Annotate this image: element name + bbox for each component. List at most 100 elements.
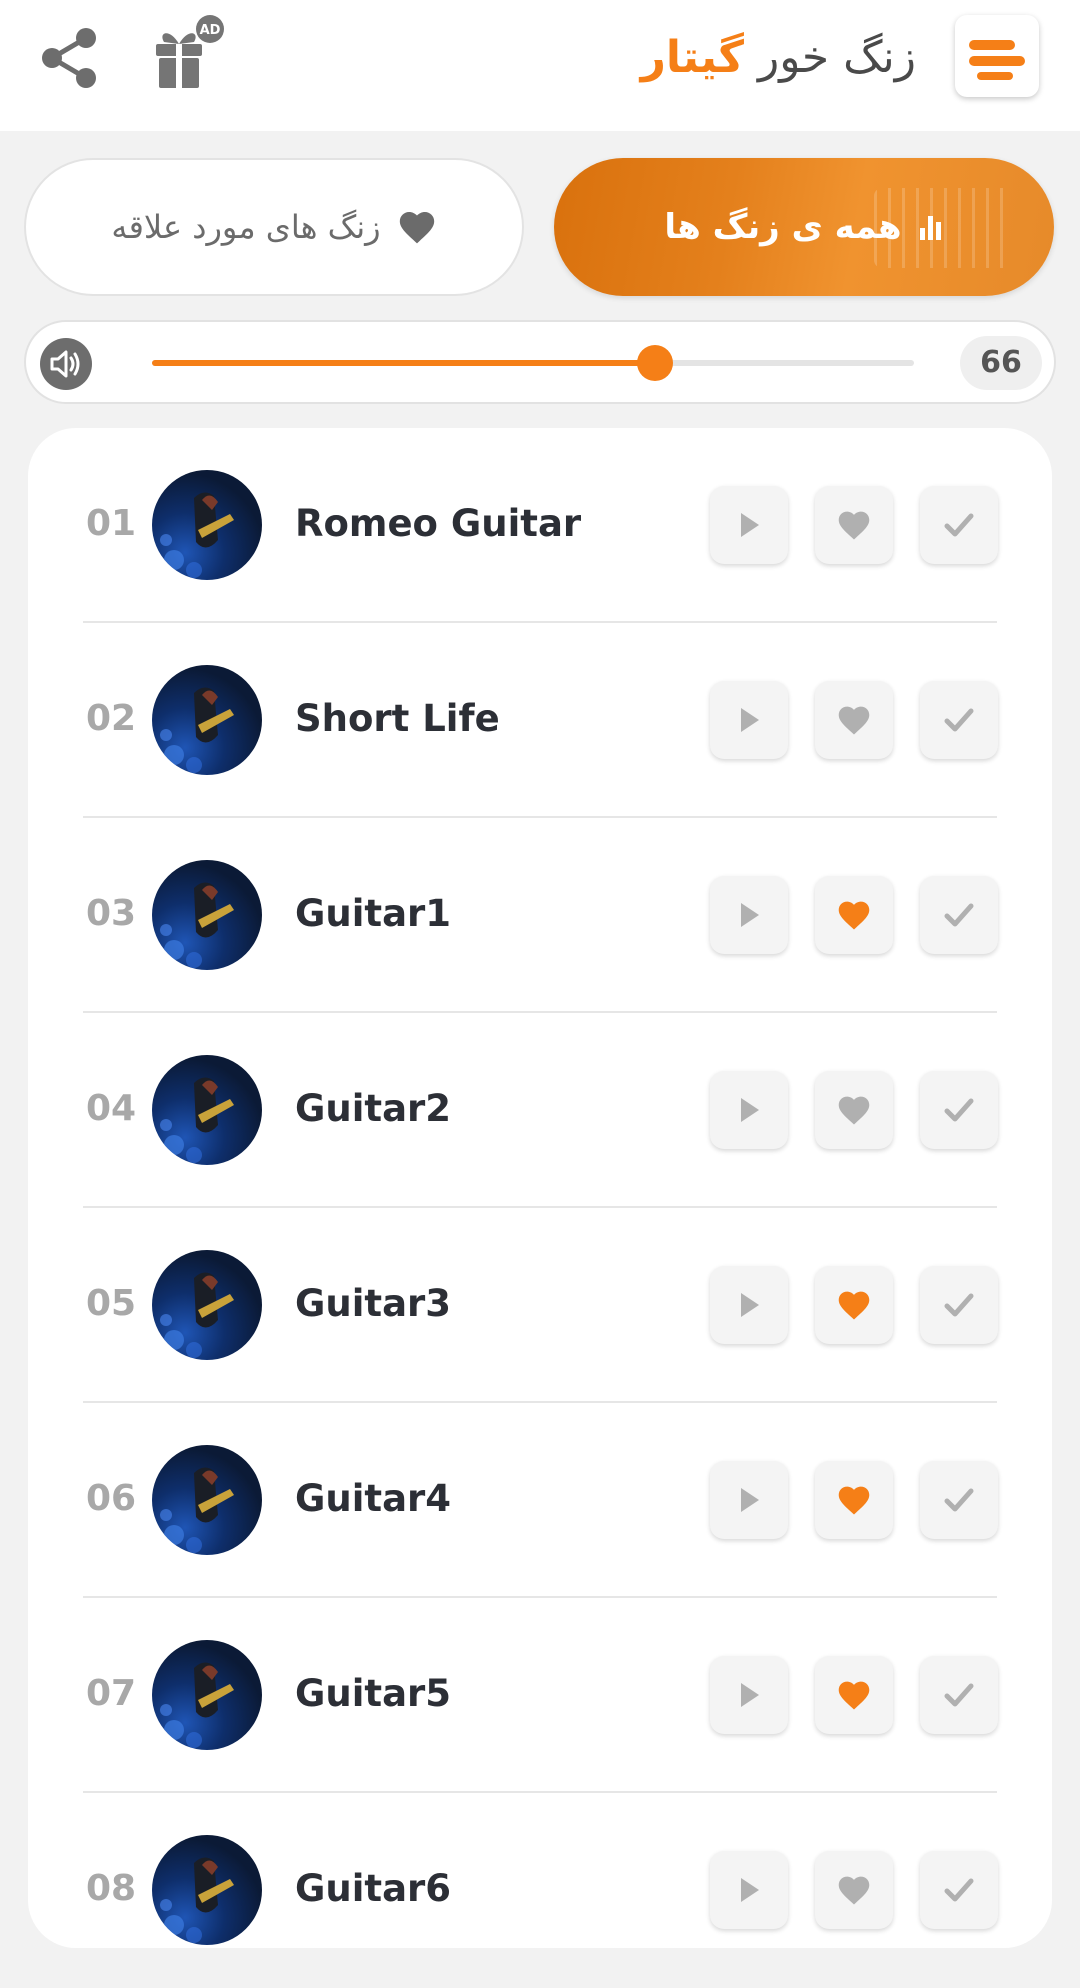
menu-button[interactable] bbox=[955, 15, 1039, 97]
play-icon bbox=[741, 1488, 759, 1512]
play-button[interactable] bbox=[710, 486, 788, 564]
set-ringtone-button[interactable] bbox=[920, 1851, 998, 1929]
favorite-button[interactable] bbox=[815, 876, 893, 954]
favorite-button[interactable] bbox=[815, 1851, 893, 1929]
play-button[interactable] bbox=[710, 1266, 788, 1344]
app-title-accent: گیتار bbox=[640, 32, 744, 83]
app-title: زنگ خور گیتار bbox=[641, 28, 916, 88]
tab-all-ringtones[interactable]: همه ی زنگ ها bbox=[554, 158, 1054, 296]
track-title: Romeo Guitar bbox=[295, 502, 582, 545]
volume-slider-thumb[interactable] bbox=[636, 345, 673, 381]
heart-icon bbox=[838, 1486, 870, 1515]
favorite-button[interactable] bbox=[815, 1071, 893, 1149]
track-number: 06 bbox=[86, 1478, 137, 1519]
track-title: Guitar3 bbox=[295, 1282, 452, 1325]
speaker-icon bbox=[50, 350, 80, 378]
play-icon bbox=[741, 1683, 759, 1707]
heart-icon bbox=[838, 901, 870, 930]
equalizer-icon bbox=[919, 216, 941, 240]
tab-all-label: همه ی زنگ ها bbox=[664, 207, 902, 247]
track-number: 03 bbox=[86, 893, 137, 934]
list-item[interactable]: 02 Short Life bbox=[28, 623, 1052, 818]
set-ringtone-button[interactable] bbox=[920, 1071, 998, 1149]
track-title: Guitar1 bbox=[295, 892, 452, 935]
heart-icon bbox=[838, 1291, 870, 1320]
track-number: 08 bbox=[86, 1868, 137, 1909]
list-item[interactable]: 04 Guitar2 bbox=[28, 1013, 1052, 1208]
track-title: Guitar4 bbox=[295, 1477, 452, 1520]
heart-icon bbox=[838, 1681, 870, 1710]
list-item[interactable]: 01 Romeo Guitar bbox=[28, 428, 1052, 623]
play-button[interactable] bbox=[710, 1851, 788, 1929]
list-item[interactable]: 07 Guitar5 bbox=[28, 1598, 1052, 1793]
menu-icon bbox=[969, 40, 1025, 80]
tab-favorites[interactable]: زنگ های مورد علاقه bbox=[24, 158, 524, 296]
favorite-button[interactable] bbox=[815, 681, 893, 759]
track-cover-image bbox=[152, 860, 262, 970]
track-cover-image bbox=[152, 1055, 262, 1165]
heart-icon bbox=[838, 511, 870, 540]
set-ringtone-button[interactable] bbox=[920, 1266, 998, 1344]
track-cover-image bbox=[152, 665, 262, 775]
track-number: 02 bbox=[86, 698, 137, 739]
gift-ad-button[interactable]: AD bbox=[150, 14, 230, 90]
top-app-bar: زنگ خور گیتار AD bbox=[0, 0, 1080, 131]
check-icon bbox=[944, 1488, 974, 1512]
check-icon bbox=[944, 1098, 974, 1122]
share-button[interactable] bbox=[38, 26, 102, 90]
track-number: 05 bbox=[86, 1283, 137, 1324]
track-title: Guitar6 bbox=[295, 1867, 452, 1910]
list-item[interactable]: 03 Guitar1 bbox=[28, 818, 1052, 1013]
volume-slider-fill bbox=[152, 360, 655, 366]
track-cover-image bbox=[152, 1640, 262, 1750]
track-title: Guitar5 bbox=[295, 1672, 452, 1715]
play-button[interactable] bbox=[710, 1461, 788, 1539]
play-button[interactable] bbox=[710, 1071, 788, 1149]
favorite-button[interactable] bbox=[815, 1461, 893, 1539]
favorite-button[interactable] bbox=[815, 486, 893, 564]
set-ringtone-button[interactable] bbox=[920, 876, 998, 954]
play-icon bbox=[741, 1293, 759, 1317]
volume-slider[interactable] bbox=[152, 345, 914, 381]
ringtone-list: 01 Romeo Guitar 02 Short Life 03 Guitar1 04 Gui… bbox=[28, 428, 1052, 1948]
track-number: 04 bbox=[86, 1088, 137, 1129]
set-ringtone-button[interactable] bbox=[920, 1461, 998, 1539]
share-icon bbox=[42, 28, 96, 88]
track-title: Guitar2 bbox=[295, 1087, 452, 1130]
list-item[interactable]: 08 Guitar6 bbox=[28, 1793, 1052, 1988]
track-number: 07 bbox=[86, 1673, 137, 1714]
check-icon bbox=[944, 1683, 974, 1707]
volume-control: 66 bbox=[24, 320, 1056, 404]
check-icon bbox=[944, 903, 974, 927]
ad-badge: AD bbox=[200, 23, 221, 38]
set-ringtone-button[interactable] bbox=[920, 486, 998, 564]
check-icon bbox=[944, 1878, 974, 1902]
list-item[interactable]: 05 Guitar3 bbox=[28, 1208, 1052, 1403]
favorite-button[interactable] bbox=[815, 1266, 893, 1344]
play-button[interactable] bbox=[710, 1656, 788, 1734]
track-title: Short Life bbox=[295, 697, 500, 740]
set-ringtone-button[interactable] bbox=[920, 681, 998, 759]
play-icon bbox=[741, 1878, 759, 1902]
list-item[interactable]: 06 Guitar4 bbox=[28, 1403, 1052, 1598]
favorite-button[interactable] bbox=[815, 1656, 893, 1734]
play-icon bbox=[741, 903, 759, 927]
track-cover-image bbox=[152, 1250, 262, 1360]
volume-value: 66 bbox=[960, 336, 1042, 390]
heart-icon bbox=[838, 1096, 870, 1125]
tab-favorites-label: زنگ های مورد علاقه bbox=[111, 208, 381, 246]
play-icon bbox=[741, 708, 759, 732]
mute-toggle-button[interactable] bbox=[40, 338, 92, 390]
track-number: 01 bbox=[86, 503, 137, 544]
set-ringtone-button[interactable] bbox=[920, 1656, 998, 1734]
heart-icon bbox=[838, 1876, 870, 1905]
play-button[interactable] bbox=[710, 876, 788, 954]
gift-icon: AD bbox=[156, 15, 224, 88]
play-icon bbox=[741, 1098, 759, 1122]
heart-icon bbox=[838, 706, 870, 735]
check-icon bbox=[944, 708, 974, 732]
play-button[interactable] bbox=[710, 681, 788, 759]
heart-icon bbox=[399, 211, 434, 244]
app-title-prefix: زنگ خور bbox=[757, 32, 916, 83]
check-icon bbox=[944, 513, 974, 537]
